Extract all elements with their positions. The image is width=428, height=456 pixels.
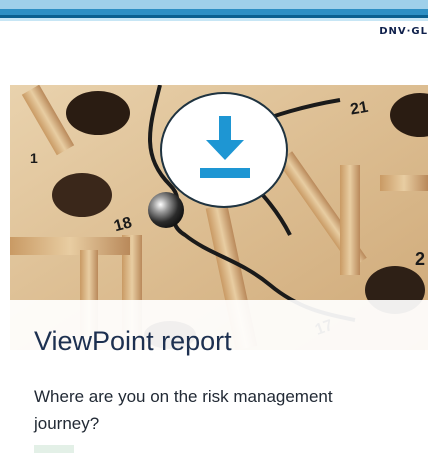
download-icon <box>200 116 250 178</box>
board-wall <box>380 175 428 191</box>
brand-logo[interactable]: DNV·GL <box>308 26 428 38</box>
board-wall <box>10 237 130 255</box>
board-hole <box>52 173 112 217</box>
download-button[interactable] <box>160 92 288 208</box>
board-number: 2 <box>415 249 425 269</box>
header-stripes <box>0 0 428 22</box>
steel-ball <box>148 192 184 228</box>
stripe-light <box>0 0 428 9</box>
board-hole <box>66 91 130 135</box>
board-number: 1 <box>30 150 38 166</box>
card-description: Where are you on the risk management jou… <box>34 387 333 433</box>
board-number: 21 <box>349 99 370 119</box>
stripe-pale <box>0 18 428 21</box>
board-wall <box>340 165 360 275</box>
ghost-button-shape <box>34 445 74 453</box>
card-title[interactable]: ViewPoint report <box>34 326 232 357</box>
